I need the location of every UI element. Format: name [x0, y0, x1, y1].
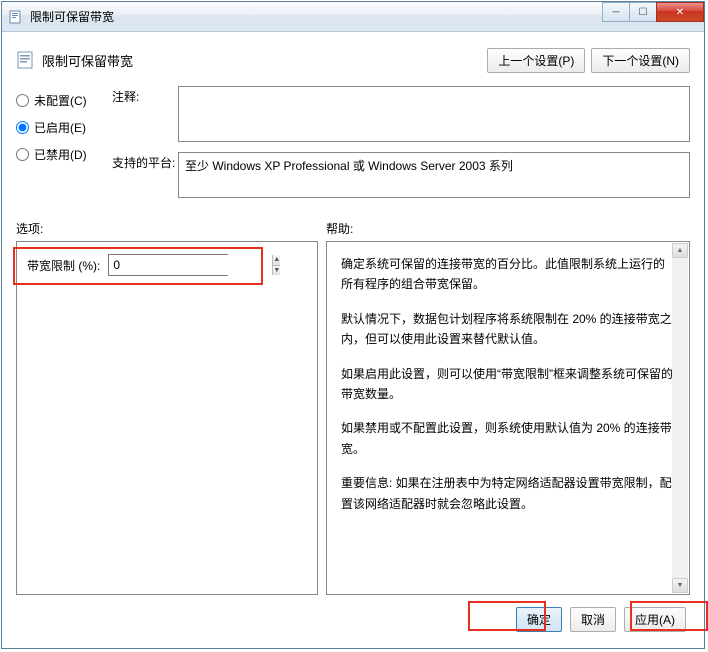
help-panel: 确定系统可保留的连接带宽的百分比。此值限制系统上运行的所有程序的组合带宽保留。 … — [326, 241, 690, 595]
scroll-up-icon[interactable]: ▲ — [672, 243, 688, 258]
radio-enabled[interactable] — [16, 121, 29, 134]
cancel-button[interactable]: 取消 — [570, 607, 616, 632]
radio-enabled-label: 已启用(E) — [34, 119, 86, 136]
bandwidth-label: 带宽限制 (%): — [27, 257, 100, 274]
bandwidth-input[interactable] — [109, 255, 272, 275]
radio-disabled-label: 已禁用(D) — [34, 146, 87, 163]
bandwidth-spinner: ▲ ▼ — [108, 254, 228, 276]
content-area: 限制可保留带宽 上一个设置(P) 下一个设置(N) 未配置(C) 已启用(E) — [2, 32, 704, 648]
titlebar: 限制可保留带宽 ─ ☐ ✕ — [2, 2, 704, 32]
config-row: 未配置(C) 已启用(E) 已禁用(D) 注释: 支持的平台: — [16, 86, 690, 208]
comment-label: 注释: — [112, 86, 178, 142]
titlebar-text: 限制可保留带宽 — [30, 8, 114, 25]
close-button[interactable]: ✕ — [656, 2, 704, 22]
radio-not-configured-label: 未配置(C) — [34, 92, 87, 109]
help-text[interactable]: 确定系统可保留的连接带宽的百分比。此值限制系统上运行的所有程序的组合带宽保留。 … — [327, 242, 689, 594]
window-controls: ─ ☐ ✕ — [603, 2, 704, 22]
app-icon — [8, 9, 24, 25]
maximize-button[interactable]: ☐ — [629, 2, 657, 22]
options-panel: 带宽限制 (%): ▲ ▼ — [16, 241, 318, 595]
scroll-down-icon[interactable]: ▼ — [672, 578, 688, 593]
header-row: 限制可保留带宽 上一个设置(P) 下一个设置(N) — [16, 42, 690, 78]
prev-setting-button[interactable]: 上一个设置(P) — [487, 48, 585, 73]
comment-textarea[interactable] — [178, 86, 690, 142]
help-section-label: 帮助: — [326, 220, 690, 237]
dialog-window: 限制可保留带宽 ─ ☐ ✕ 限制可保留带宽 上一个设置(P) 下一个设置(N) — [1, 1, 705, 649]
radio-not-configured[interactable] — [16, 94, 29, 107]
minimize-button[interactable]: ─ — [602, 2, 630, 22]
header-title: 限制可保留带宽 — [42, 51, 133, 70]
ok-button[interactable]: 确定 — [516, 607, 562, 632]
platform-box: 至少 Windows XP Professional 或 Windows Ser… — [178, 152, 690, 198]
radio-column: 未配置(C) 已启用(E) 已禁用(D) — [16, 86, 112, 208]
footer-buttons: 确定 取消 应用(A) — [16, 595, 690, 638]
spinner-up-icon[interactable]: ▲ — [273, 255, 280, 266]
options-section-label: 选项: — [16, 220, 326, 237]
radio-disabled[interactable] — [16, 148, 29, 161]
apply-button[interactable]: 应用(A) — [624, 607, 686, 632]
help-scrollbar[interactable]: ▲ ▼ — [672, 243, 688, 593]
platform-label: 支持的平台: — [112, 152, 178, 198]
next-setting-button[interactable]: 下一个设置(N) — [591, 48, 690, 73]
spinner-down-icon[interactable]: ▼ — [273, 266, 280, 276]
policy-icon — [16, 50, 36, 70]
